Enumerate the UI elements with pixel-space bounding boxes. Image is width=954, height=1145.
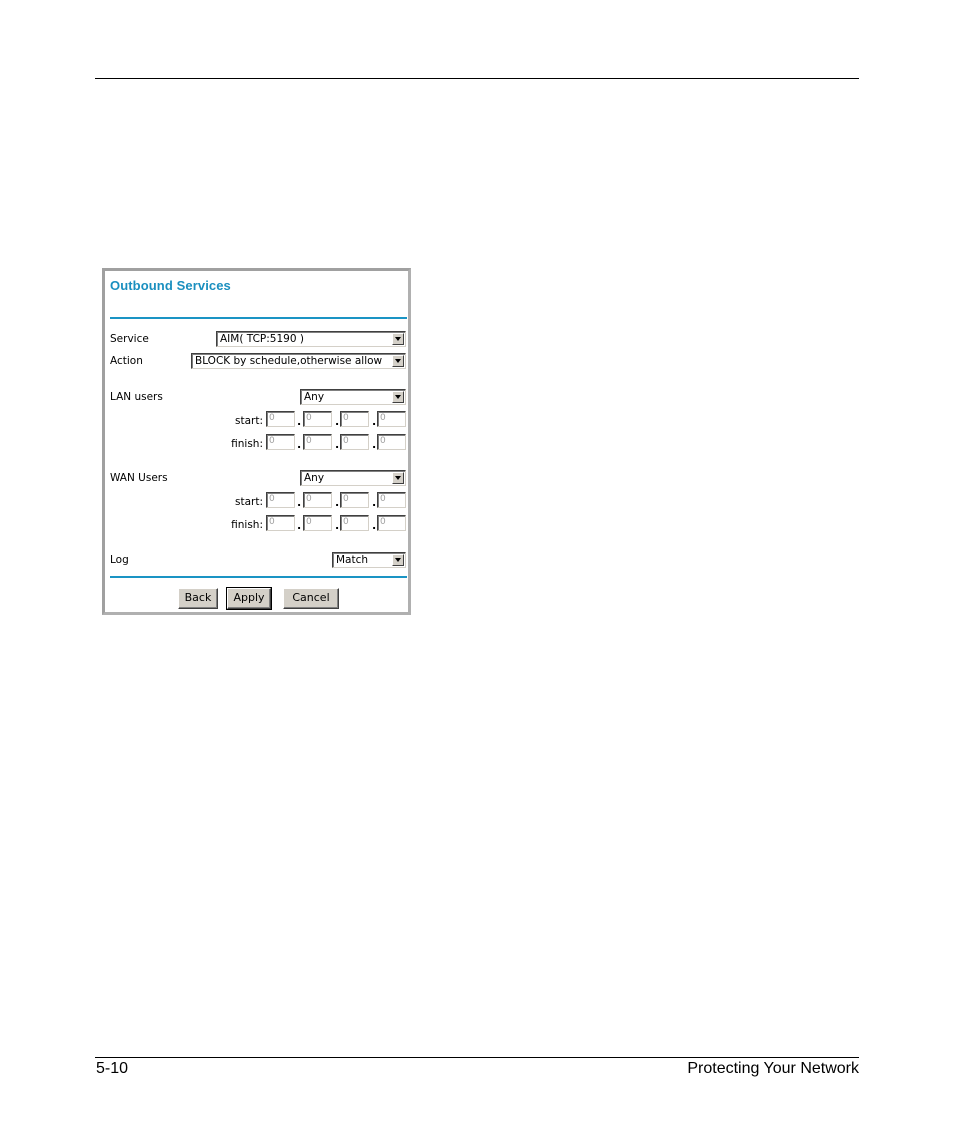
ip-dot: . xyxy=(297,496,302,509)
wan-start-octet-3[interactable]: 0 xyxy=(340,492,369,508)
ip-dot: . xyxy=(335,415,340,428)
outbound-services-panel: Outbound Services Service AIM( TCP:5190 … xyxy=(102,268,411,615)
section-title: Protecting Your Network xyxy=(687,1060,859,1077)
action-value: BLOCK by schedule,otherwise allow xyxy=(195,355,383,367)
service-value: AIM( TCP:5190 ) xyxy=(220,333,304,345)
lan-finish-label: finish: xyxy=(231,438,263,450)
wan-finish-label: finish: xyxy=(231,519,263,531)
wan-finish-octet-4[interactable]: 0 xyxy=(377,515,406,531)
wan-finish-octet-1[interactable]: 0 xyxy=(266,515,295,531)
ip-dot: . xyxy=(297,438,302,451)
lan-finish-octet-2[interactable]: 0 xyxy=(303,434,332,450)
ip-dot: . xyxy=(372,415,377,428)
wan-finish-octet-3[interactable]: 0 xyxy=(340,515,369,531)
wan-start-label: start: xyxy=(235,496,263,508)
chevron-down-icon[interactable] xyxy=(392,391,404,403)
service-label: Service xyxy=(110,333,149,345)
chevron-down-icon[interactable] xyxy=(392,554,404,566)
lan-users-label: LAN users xyxy=(110,391,163,403)
action-select[interactable]: BLOCK by schedule,otherwise allow xyxy=(191,353,406,369)
log-value: Match xyxy=(336,554,369,566)
chevron-down-icon[interactable] xyxy=(392,472,404,484)
wan-users-value: Any xyxy=(304,472,325,484)
apply-button[interactable]: Apply xyxy=(226,587,272,610)
wan-start-octet-2[interactable]: 0 xyxy=(303,492,332,508)
lan-finish-octet-3[interactable]: 0 xyxy=(340,434,369,450)
chevron-down-icon[interactable] xyxy=(392,355,404,367)
wan-finish-octet-2[interactable]: 0 xyxy=(303,515,332,531)
page-number: 5-10 xyxy=(96,1060,129,1077)
ip-dot: . xyxy=(297,519,302,532)
wan-start-octet-1[interactable]: 0 xyxy=(266,492,295,508)
chevron-down-icon[interactable] xyxy=(392,333,404,345)
wan-users-select[interactable]: Any xyxy=(300,470,406,486)
log-label: Log xyxy=(110,554,129,566)
ip-dot: . xyxy=(372,496,377,509)
wan-users-label: WAN Users xyxy=(110,472,168,484)
lan-start-octet-4[interactable]: 0 xyxy=(377,411,406,427)
cancel-button[interactable]: Cancel xyxy=(283,588,339,609)
lan-start-octet-2[interactable]: 0 xyxy=(303,411,332,427)
lan-start-octet-1[interactable]: 0 xyxy=(266,411,295,427)
footer-divider xyxy=(110,576,407,578)
service-select[interactable]: AIM( TCP:5190 ) xyxy=(216,331,406,347)
action-label: Action xyxy=(110,355,143,367)
panel-title: Outbound Services xyxy=(110,278,231,293)
ip-dot: . xyxy=(372,438,377,451)
lan-start-octet-3[interactable]: 0 xyxy=(340,411,369,427)
lan-users-select[interactable]: Any xyxy=(300,389,406,405)
back-button[interactable]: Back xyxy=(178,588,218,609)
ip-dot: . xyxy=(335,519,340,532)
log-select[interactable]: Match xyxy=(332,552,406,568)
lan-finish-octet-4[interactable]: 0 xyxy=(377,434,406,450)
ip-dot: . xyxy=(372,519,377,532)
footer-rule xyxy=(95,1057,859,1058)
wan-start-octet-4[interactable]: 0 xyxy=(377,492,406,508)
title-divider xyxy=(110,317,407,319)
lan-start-label: start: xyxy=(235,415,263,427)
ip-dot: . xyxy=(297,415,302,428)
lan-users-value: Any xyxy=(304,391,325,403)
ip-dot: . xyxy=(335,438,340,451)
header-rule xyxy=(95,78,859,79)
lan-finish-octet-1[interactable]: 0 xyxy=(266,434,295,450)
ip-dot: . xyxy=(335,496,340,509)
